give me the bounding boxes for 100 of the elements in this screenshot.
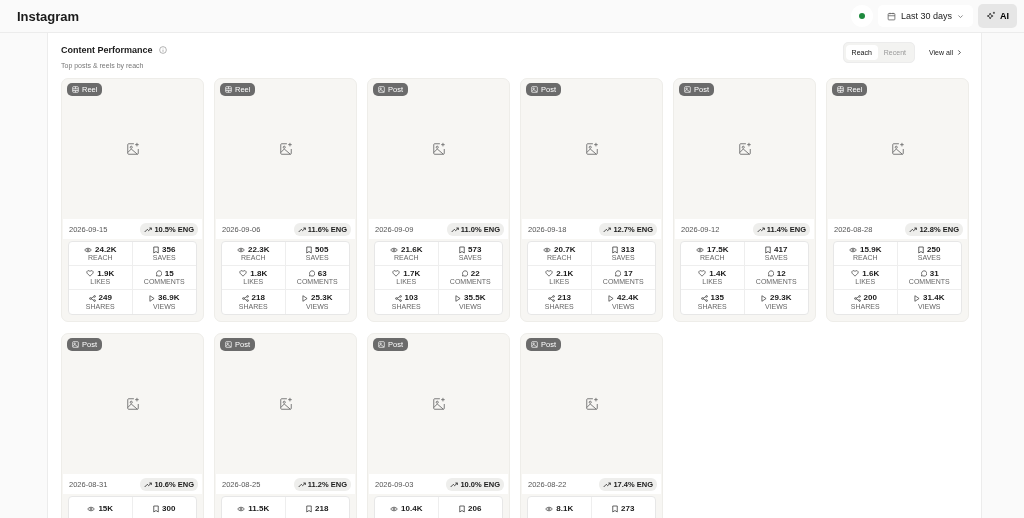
stat-value: 1.6K bbox=[862, 269, 880, 279]
bookmark-icon bbox=[306, 246, 313, 254]
bookmark-icon bbox=[612, 505, 619, 513]
status-button[interactable] bbox=[850, 5, 873, 27]
bookmark-icon bbox=[306, 505, 313, 513]
stat-value: 22.3K bbox=[248, 245, 270, 255]
bookmark-icon bbox=[765, 246, 772, 254]
image-icon bbox=[684, 86, 691, 93]
add-image-icon bbox=[584, 397, 599, 411]
bookmark-icon bbox=[459, 246, 466, 254]
bookmark-icon bbox=[612, 246, 619, 254]
stat-value: 63 bbox=[317, 269, 327, 279]
info-icon bbox=[158, 46, 167, 54]
film-icon bbox=[837, 86, 844, 93]
heart-icon bbox=[545, 270, 554, 278]
heart-icon bbox=[239, 270, 248, 278]
stat-value: 35.5K bbox=[464, 294, 486, 303]
share-icon bbox=[241, 295, 249, 302]
stat-value: 31 bbox=[929, 269, 939, 279]
stat-value: 1.9K bbox=[97, 269, 115, 279]
stat-value: 8.1K bbox=[556, 504, 574, 514]
stat-value: 417 bbox=[774, 245, 788, 255]
eye-icon bbox=[84, 247, 93, 253]
trend-up-icon bbox=[450, 226, 459, 233]
speech-bubble-icon bbox=[154, 270, 162, 278]
eye-icon bbox=[543, 247, 552, 253]
bookmark-icon bbox=[459, 505, 466, 513]
share-icon bbox=[853, 295, 861, 302]
eye-icon bbox=[545, 506, 554, 512]
chevron-right-icon bbox=[956, 49, 962, 56]
share-icon bbox=[394, 295, 402, 302]
image-icon bbox=[225, 341, 232, 348]
add-image-icon bbox=[278, 397, 293, 411]
stat-value: 17 bbox=[623, 269, 633, 279]
add-image-icon bbox=[737, 142, 752, 156]
eye-icon bbox=[696, 247, 705, 253]
trend-up-icon bbox=[450, 481, 459, 488]
film-icon bbox=[72, 86, 79, 93]
bookmark-icon bbox=[153, 505, 160, 513]
heart-icon bbox=[86, 270, 95, 278]
section-title: Content Performance bbox=[61, 45, 153, 55]
date-range-dropdown[interactable]: Last 30 days bbox=[877, 5, 973, 27]
eye-icon bbox=[390, 247, 399, 253]
stat-value: 36.9K bbox=[158, 294, 180, 303]
share-icon bbox=[88, 295, 96, 302]
image-icon bbox=[531, 86, 538, 93]
speech-bubble-icon bbox=[766, 270, 774, 278]
heart-icon bbox=[392, 270, 401, 278]
bookmark-icon bbox=[153, 246, 160, 254]
stat-value: 135 bbox=[710, 294, 724, 303]
stat-value: 505 bbox=[315, 245, 329, 255]
stat-value: 313 bbox=[621, 245, 635, 255]
stat-value: 2.1K bbox=[556, 269, 574, 279]
add-image-icon bbox=[890, 142, 905, 156]
play-icon bbox=[761, 295, 768, 302]
play-icon bbox=[149, 295, 156, 302]
add-image-icon bbox=[125, 142, 140, 156]
add-image-icon bbox=[431, 397, 446, 411]
calendar-icon bbox=[886, 11, 896, 21]
eye-icon bbox=[87, 506, 96, 512]
stat-value: 25.3K bbox=[311, 294, 333, 303]
stat-value: 249 bbox=[98, 294, 112, 303]
chevron-down-icon bbox=[957, 12, 964, 20]
speech-bubble-icon bbox=[307, 270, 315, 278]
stat-value: 29.3K bbox=[770, 294, 792, 303]
stat-value: 15.9K bbox=[860, 245, 882, 255]
stat-value: 1.7K bbox=[403, 269, 421, 279]
stat-value: 273 bbox=[621, 504, 635, 514]
stat-value: 11.5K bbox=[248, 504, 270, 514]
trend-up-icon bbox=[603, 226, 612, 233]
heart-icon bbox=[851, 270, 860, 278]
stat-value: 20.7K bbox=[554, 245, 576, 255]
stat-value: 206 bbox=[468, 504, 482, 514]
stat-value: 10.4K bbox=[401, 504, 423, 514]
heart-icon bbox=[698, 270, 707, 278]
eye-icon bbox=[849, 247, 858, 253]
film-icon bbox=[225, 86, 232, 93]
trend-up-icon bbox=[756, 226, 765, 233]
stat-value: 17.5K bbox=[707, 245, 729, 255]
share-icon bbox=[547, 295, 555, 302]
trend-up-icon bbox=[297, 226, 306, 233]
stat-value: 15K bbox=[98, 504, 114, 514]
play-icon bbox=[608, 295, 615, 302]
trend-up-icon bbox=[603, 481, 612, 488]
add-image-icon bbox=[431, 142, 446, 156]
image-icon bbox=[531, 341, 538, 348]
stat-value: 250 bbox=[927, 245, 941, 255]
eye-icon bbox=[237, 247, 246, 253]
image-icon bbox=[378, 86, 385, 93]
image-icon bbox=[72, 341, 79, 348]
ai-button[interactable]: AI bbox=[978, 4, 1017, 28]
page-title: Instagram bbox=[17, 8, 80, 24]
add-image-icon bbox=[125, 397, 140, 411]
stat-value: 573 bbox=[468, 245, 482, 255]
trend-up-icon bbox=[297, 481, 306, 488]
trend-up-icon bbox=[909, 226, 918, 233]
stat-value: 1.4K bbox=[709, 269, 727, 279]
stat-value: 31.4K bbox=[923, 294, 945, 303]
stat-value: 213 bbox=[557, 294, 571, 303]
stat-value: 21.6K bbox=[401, 245, 423, 255]
